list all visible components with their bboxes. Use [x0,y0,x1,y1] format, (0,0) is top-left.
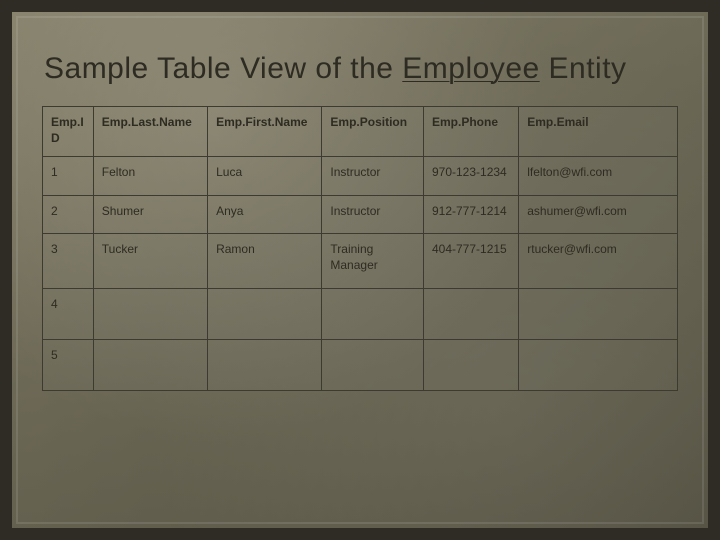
cell-phone: 912-777-1214 [423,195,518,234]
table-row: 2 Shumer Anya Instructor 912-777-1214 as… [43,195,678,234]
table-row: 5 [43,339,678,390]
table-body: 1 Felton Luca Instructor 970-123-1234 lf… [43,157,678,390]
slide-title: Sample Table View of the Employee Entity [44,52,678,86]
cell-email [519,288,678,339]
col-header-email: Emp.Email [519,107,678,157]
cell-email: lfelton@wfi.com [519,157,678,196]
cell-phone: 404-777-1215 [423,234,518,288]
slide-frame: Sample Table View of the Employee Entity… [0,0,720,540]
cell-email [519,339,678,390]
col-header-lastname: Emp.Last.Name [93,107,207,157]
col-header-id: Emp.ID [43,107,94,157]
cell-firstname: Luca [208,157,322,196]
cell-position [322,339,424,390]
cell-id: 3 [43,234,94,288]
table-row: 3 Tucker Ramon Training Manager 404-777-… [43,234,678,288]
cell-id: 5 [43,339,94,390]
title-text-pre: Sample Table View of the [44,52,402,85]
cell-lastname: Shumer [93,195,207,234]
cell-id: 1 [43,157,94,196]
cell-lastname [93,339,207,390]
table-row: 1 Felton Luca Instructor 970-123-1234 lf… [43,157,678,196]
col-header-firstname: Emp.First.Name [208,107,322,157]
cell-phone: 970-123-1234 [423,157,518,196]
cell-id: 2 [43,195,94,234]
cell-firstname: Anya [208,195,322,234]
employee-table: Emp.ID Emp.Last.Name Emp.First.Name Emp.… [42,106,678,391]
cell-position: Instructor [322,157,424,196]
cell-lastname: Felton [93,157,207,196]
table-row: 4 [43,288,678,339]
cell-lastname: Tucker [93,234,207,288]
cell-lastname [93,288,207,339]
cell-firstname [208,339,322,390]
table-header: Emp.ID Emp.Last.Name Emp.First.Name Emp.… [43,107,678,157]
cell-phone [423,288,518,339]
table-header-row: Emp.ID Emp.Last.Name Emp.First.Name Emp.… [43,107,678,157]
cell-position: Training Manager [322,234,424,288]
cell-id: 4 [43,288,94,339]
cell-firstname: Ramon [208,234,322,288]
cell-email: ashumer@wfi.com [519,195,678,234]
cell-position: Instructor [322,195,424,234]
cell-email: rtucker@wfi.com [519,234,678,288]
col-header-position: Emp.Position [322,107,424,157]
cell-phone [423,339,518,390]
col-header-phone: Emp.Phone [423,107,518,157]
title-text-post: Entity [540,52,627,85]
cell-position [322,288,424,339]
cell-firstname [208,288,322,339]
title-text-underlined: Employee [402,52,539,85]
